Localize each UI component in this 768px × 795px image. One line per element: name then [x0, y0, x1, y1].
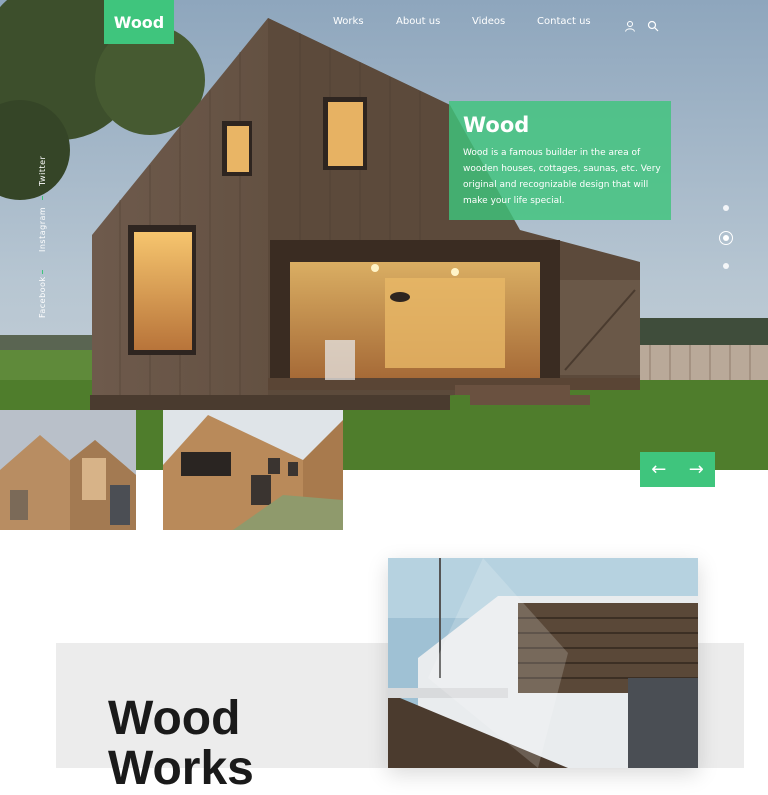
- search-icon[interactable]: [647, 17, 659, 32]
- nav-item-contact-us[interactable]: Contact us: [537, 16, 591, 27]
- slider-arrows: ← →: [640, 452, 715, 487]
- social-separator: [42, 270, 43, 274]
- works-title-line-2: Works: [108, 742, 254, 795]
- slider-dot-2-active[interactable]: [719, 231, 733, 245]
- social-links: Facebook Instagram Twitter: [34, 150, 52, 322]
- user-icon[interactable]: [624, 17, 636, 32]
- nav-item-videos[interactable]: Videos: [472, 16, 505, 27]
- hero-card-title: Wood: [463, 113, 530, 137]
- arrow-left-icon[interactable]: ←: [640, 452, 678, 487]
- arrow-right-icon[interactable]: →: [678, 452, 716, 487]
- works-feature-image[interactable]: [388, 558, 698, 768]
- social-link-twitter[interactable]: Twitter: [38, 156, 47, 186]
- hero-card-text: Wood is a famous builder in the area of …: [463, 148, 661, 206]
- nav-item-about-us[interactable]: About us: [396, 16, 440, 27]
- slider-dots: [716, 200, 736, 272]
- thumbnail-1[interactable]: [0, 410, 136, 530]
- thumbnail-2[interactable]: [163, 410, 343, 530]
- social-separator: [42, 196, 43, 200]
- slider-dot-1[interactable]: [723, 205, 729, 211]
- main-nav: Works About us Videos Contact us: [0, 16, 768, 32]
- hero-image: [0, 0, 768, 470]
- social-link-instagram[interactable]: Instagram: [38, 207, 47, 252]
- hero-card: Wood Wood is a famous builder in the are…: [449, 101, 671, 220]
- social-link-facebook[interactable]: Facebook: [38, 276, 47, 318]
- works-title-line-1: Wood: [108, 692, 241, 745]
- works-title: Wood Works: [108, 694, 254, 794]
- hero-banner: [0, 0, 768, 470]
- slider-dot-3[interactable]: [723, 263, 729, 269]
- nav-item-works[interactable]: Works: [333, 16, 364, 27]
